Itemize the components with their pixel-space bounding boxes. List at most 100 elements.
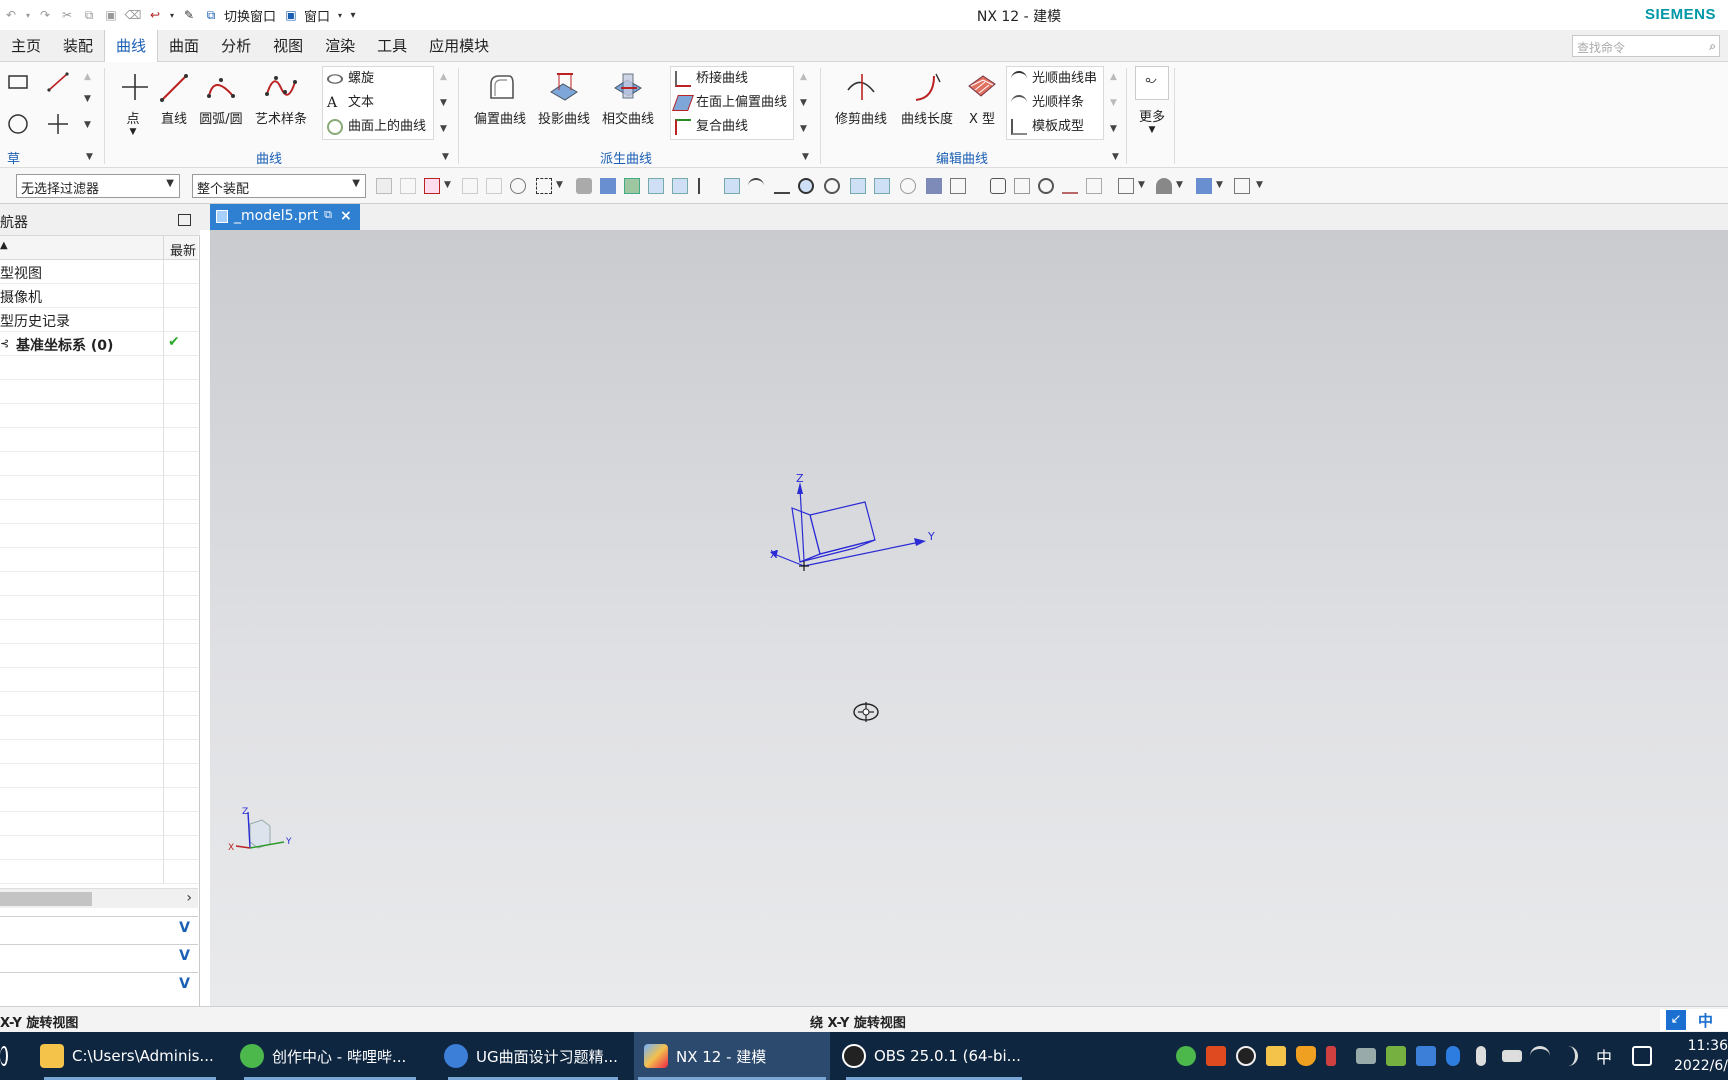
circle-icon[interactable]: [6, 112, 30, 136]
taskbar-item-obs[interactable]: OBS 25.0.1 (64-bi...: [842, 1032, 1026, 1080]
dropdown-arrow[interactable]: ▼: [800, 98, 807, 108]
snap-on-curve-icon[interactable]: [874, 178, 890, 194]
point-icon[interactable]: [46, 112, 70, 136]
snap-existing-point-icon[interactable]: [850, 178, 866, 194]
sort-ascending-icon[interactable]: ▲: [0, 240, 8, 251]
navigator-row-model-history[interactable]: 型历史记录: [0, 308, 198, 332]
tab-assembly[interactable]: 装配: [52, 30, 104, 62]
trim-curve-button[interactable]: 修剪曲线: [830, 66, 892, 127]
dropdown-arrow[interactable]: ▼: [440, 124, 447, 134]
snap-curve-icon[interactable]: [748, 178, 764, 194]
dropdown-arrow[interactable]: ▼: [444, 180, 451, 190]
project-curve-button[interactable]: 投影曲线: [534, 66, 594, 127]
orient-view-icon[interactable]: [1118, 178, 1134, 194]
line-button[interactable]: 直线: [156, 66, 192, 127]
snap-tangent-icon[interactable]: [774, 178, 790, 194]
expand-chevron-icon[interactable]: V: [179, 948, 190, 964]
selection-filter-dropdown[interactable]: 无选择过滤器 ▼: [16, 174, 180, 198]
fit-view-icon[interactable]: [990, 178, 1006, 194]
taskbar-item-bilibili[interactable]: 创作中心 - 哔哩哔...: [240, 1032, 420, 1080]
smooth-spline-item[interactable]: 光顺样条: [1007, 91, 1103, 115]
edit-section-icon[interactable]: [1234, 178, 1250, 194]
dropdown-arrow[interactable]: ▼: [84, 94, 91, 104]
taskbar-item-nx[interactable]: NX 12 - 建模: [634, 1032, 830, 1080]
type-filter-icon[interactable]: [400, 178, 416, 194]
select-all-icon[interactable]: [424, 178, 440, 194]
snap-bounded-grid-icon[interactable]: [926, 178, 942, 194]
datum-csys[interactable]: Z X Y: [770, 470, 1010, 630]
offset-curve-button[interactable]: 偏置曲线: [470, 66, 530, 127]
tab-home[interactable]: 主页: [0, 30, 52, 62]
tray-security-icon[interactable]: [1296, 1046, 1316, 1066]
tray-display-icon[interactable]: [1356, 1048, 1376, 1064]
scroll-right-icon[interactable]: ›: [186, 890, 192, 906]
group-menu-arrow[interactable]: ▼: [442, 152, 449, 162]
taskbar-ime-indicator[interactable]: 中: [1596, 1044, 1612, 1068]
tray-app-icon[interactable]: [1206, 1046, 1226, 1066]
select-feature-icon[interactable]: [510, 178, 526, 194]
taskbar-item-document[interactable]: UG曲面设计习题精...: [444, 1032, 622, 1080]
expand-chevron-icon[interactable]: V: [179, 920, 190, 936]
snap-arc-center-icon[interactable]: [798, 178, 814, 194]
dropdown-arrow[interactable]: ▼: [1134, 125, 1170, 135]
dropdown-arrow[interactable]: ▼: [556, 180, 563, 190]
taskbar-item-explorer[interactable]: C:\Users\Adminis...: [40, 1032, 220, 1080]
more-button[interactable]: 更多 ▼: [1134, 66, 1170, 135]
preview-panel[interactable]: V: [0, 972, 198, 998]
tab-curve[interactable]: 曲线: [104, 30, 159, 62]
helix-item[interactable]: 螺旋: [323, 67, 433, 91]
ime-switch-icon[interactable]: ↙: [1666, 1010, 1686, 1030]
navigator-row-model-views[interactable]: 型视图: [0, 260, 198, 284]
search-icon[interactable]: ⌕: [1709, 39, 1716, 54]
dependencies-panel[interactable]: V: [0, 916, 198, 942]
solid-select-icon[interactable]: [600, 178, 616, 194]
snap-point-icon[interactable]: [462, 178, 478, 194]
dropdown-arrow[interactable]: ▼: [440, 98, 447, 108]
snap-on-face-icon[interactable]: [900, 178, 916, 194]
dropdown-arrow[interactable]: ▼: [84, 120, 91, 130]
scroll-up-arrow[interactable]: ▲: [440, 72, 447, 82]
detach-icon[interactable]: ⧉: [324, 208, 332, 230]
tray-app-icon[interactable]: [1176, 1046, 1196, 1066]
zoom-icon[interactable]: [1014, 178, 1030, 194]
document-tab[interactable]: _model5.prt ⧉ ×: [210, 204, 360, 230]
group-menu-arrow[interactable]: ▼: [1112, 152, 1119, 162]
command-search-input[interactable]: 查找命令 ⌕: [1572, 35, 1720, 57]
snap-midpoint-icon[interactable]: [672, 178, 688, 194]
line-icon[interactable]: [46, 70, 70, 94]
intersection-curve-button[interactable]: 相交曲线: [598, 66, 658, 127]
tab-tools[interactable]: 工具: [366, 30, 418, 62]
scrollbar-thumb[interactable]: [0, 892, 92, 906]
pan-icon[interactable]: [1062, 178, 1078, 194]
scroll-up-arrow[interactable]: ▲: [84, 72, 91, 82]
tray-mute-icon[interactable]: [1326, 1046, 1336, 1066]
x-form-button[interactable]: X 型: [960, 66, 1004, 127]
rendering-style-icon[interactable]: [1156, 178, 1172, 194]
search-icon[interactable]: [0, 1046, 8, 1066]
expand-chevron-icon[interactable]: V: [179, 976, 190, 992]
composite-curve-item[interactable]: 复合曲线: [671, 115, 793, 139]
rotate-icon[interactable]: [1038, 178, 1054, 194]
curve-on-surface-item[interactable]: 曲面上的曲线: [323, 115, 433, 139]
system-clock[interactable]: 11:36 2022/6/: [1672, 1036, 1728, 1076]
selection-scope-dropdown[interactable]: 整个装配 ▼: [192, 174, 366, 198]
battery-icon[interactable]: [1502, 1050, 1522, 1062]
rectangle-select-icon[interactable]: [536, 178, 552, 194]
refresh-icon[interactable]: [1086, 178, 1102, 194]
shape-by-template-item[interactable]: 模板成型: [1007, 115, 1103, 139]
tray-network-app-icon[interactable]: [1416, 1046, 1436, 1066]
offset-in-face-item[interactable]: 在面上偏置曲线: [671, 91, 793, 115]
graphics-window[interactable]: Z X Y Z X Y: [210, 230, 1728, 1006]
microphone-icon[interactable]: [1476, 1046, 1486, 1066]
curve-length-button[interactable]: 曲线长度: [896, 66, 958, 127]
tray-folder-icon[interactable]: [1266, 1046, 1286, 1066]
group-menu-arrow[interactable]: ▼: [86, 152, 93, 162]
dropdown-arrow[interactable]: ▼: [118, 127, 148, 137]
snap-pole-icon[interactable]: [950, 178, 966, 194]
dropdown-arrow[interactable]: ▼: [1138, 180, 1145, 190]
component-filter-icon[interactable]: [376, 178, 392, 194]
snap-end-icon[interactable]: [486, 178, 502, 194]
bridge-curve-item[interactable]: 桥接曲线: [671, 67, 793, 91]
tab-applications[interactable]: 应用模块: [418, 30, 500, 62]
dropdown-arrow[interactable]: ▼: [1216, 180, 1223, 190]
